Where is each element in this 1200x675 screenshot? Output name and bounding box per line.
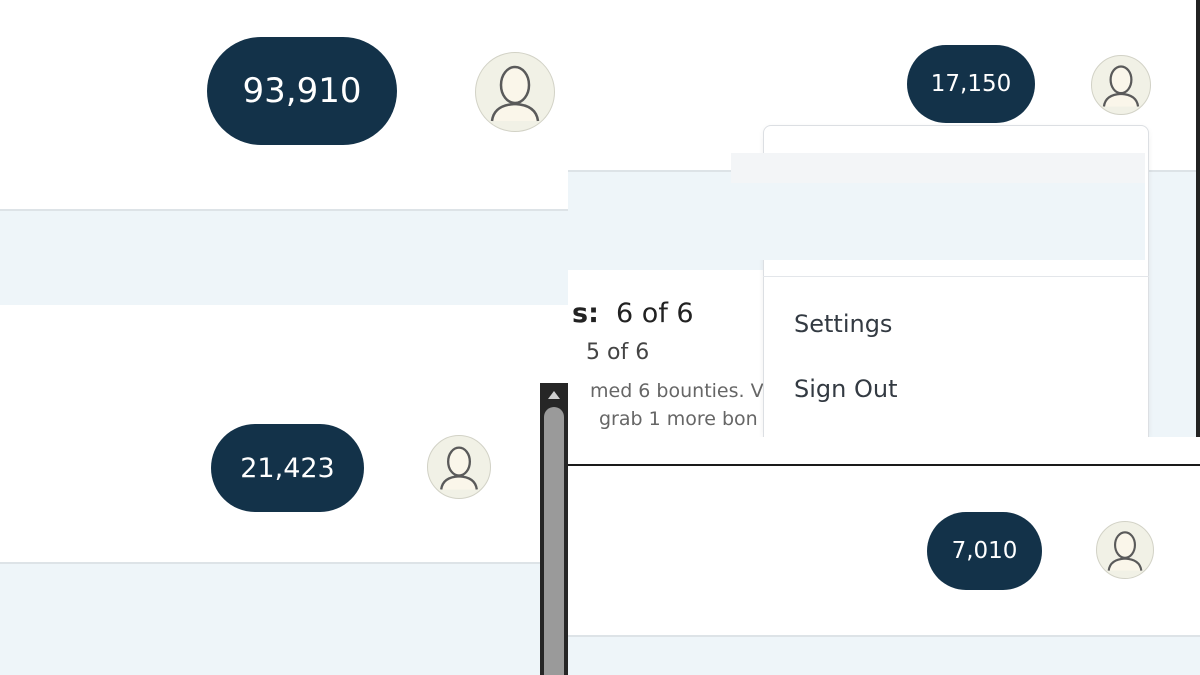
- user-avatar-icon[interactable]: [1091, 55, 1151, 115]
- scroll-thumb[interactable]: [544, 407, 564, 675]
- scroll-up-arrow-icon[interactable]: [544, 387, 564, 403]
- header-panel-3: 21,423: [0, 383, 540, 675]
- content-band: [568, 635, 1200, 675]
- header-panel-4: 7,010: [568, 464, 1200, 675]
- menu-item-sign-out[interactable]: Sign Out: [794, 375, 898, 403]
- bounty-summary: s: 6 of 6 5 of 6 med 6 bounties. V grab …: [568, 270, 768, 437]
- content-band: [0, 209, 592, 305]
- screenshot-collage: 93,910 17,150 s: 6 of 6 5 of 6 med 6 bou…: [0, 0, 1200, 675]
- menu-highlight: [731, 183, 1145, 260]
- points-badge[interactable]: 93,910: [207, 37, 397, 145]
- menu-divider: [763, 276, 1149, 277]
- points-badge[interactable]: 21,423: [211, 424, 364, 512]
- user-avatar-icon[interactable]: [1096, 521, 1154, 579]
- menu-item-settings[interactable]: Settings: [794, 310, 892, 338]
- header-panel-2: 17,150 s: 6 of 6 5 of 6 med 6 bounties. …: [568, 0, 1200, 437]
- points-badge[interactable]: 17,150: [907, 45, 1035, 123]
- user-avatar-icon[interactable]: [475, 52, 555, 132]
- header-panel-1: 93,910: [0, 0, 592, 305]
- summary-message: grab 1 more bon: [599, 408, 758, 430]
- summary-subvalue: 5 of 6: [586, 340, 650, 365]
- content-band: [0, 562, 540, 675]
- vertical-scrollbar[interactable]: [540, 383, 568, 675]
- summary-title: s: 6 of 6: [572, 298, 694, 329]
- points-badge[interactable]: 7,010: [927, 512, 1042, 590]
- summary-message: med 6 bounties. V: [590, 380, 764, 402]
- window-edge: [1196, 0, 1200, 437]
- menu-highlight: [731, 153, 1145, 183]
- user-avatar-icon[interactable]: [427, 435, 491, 499]
